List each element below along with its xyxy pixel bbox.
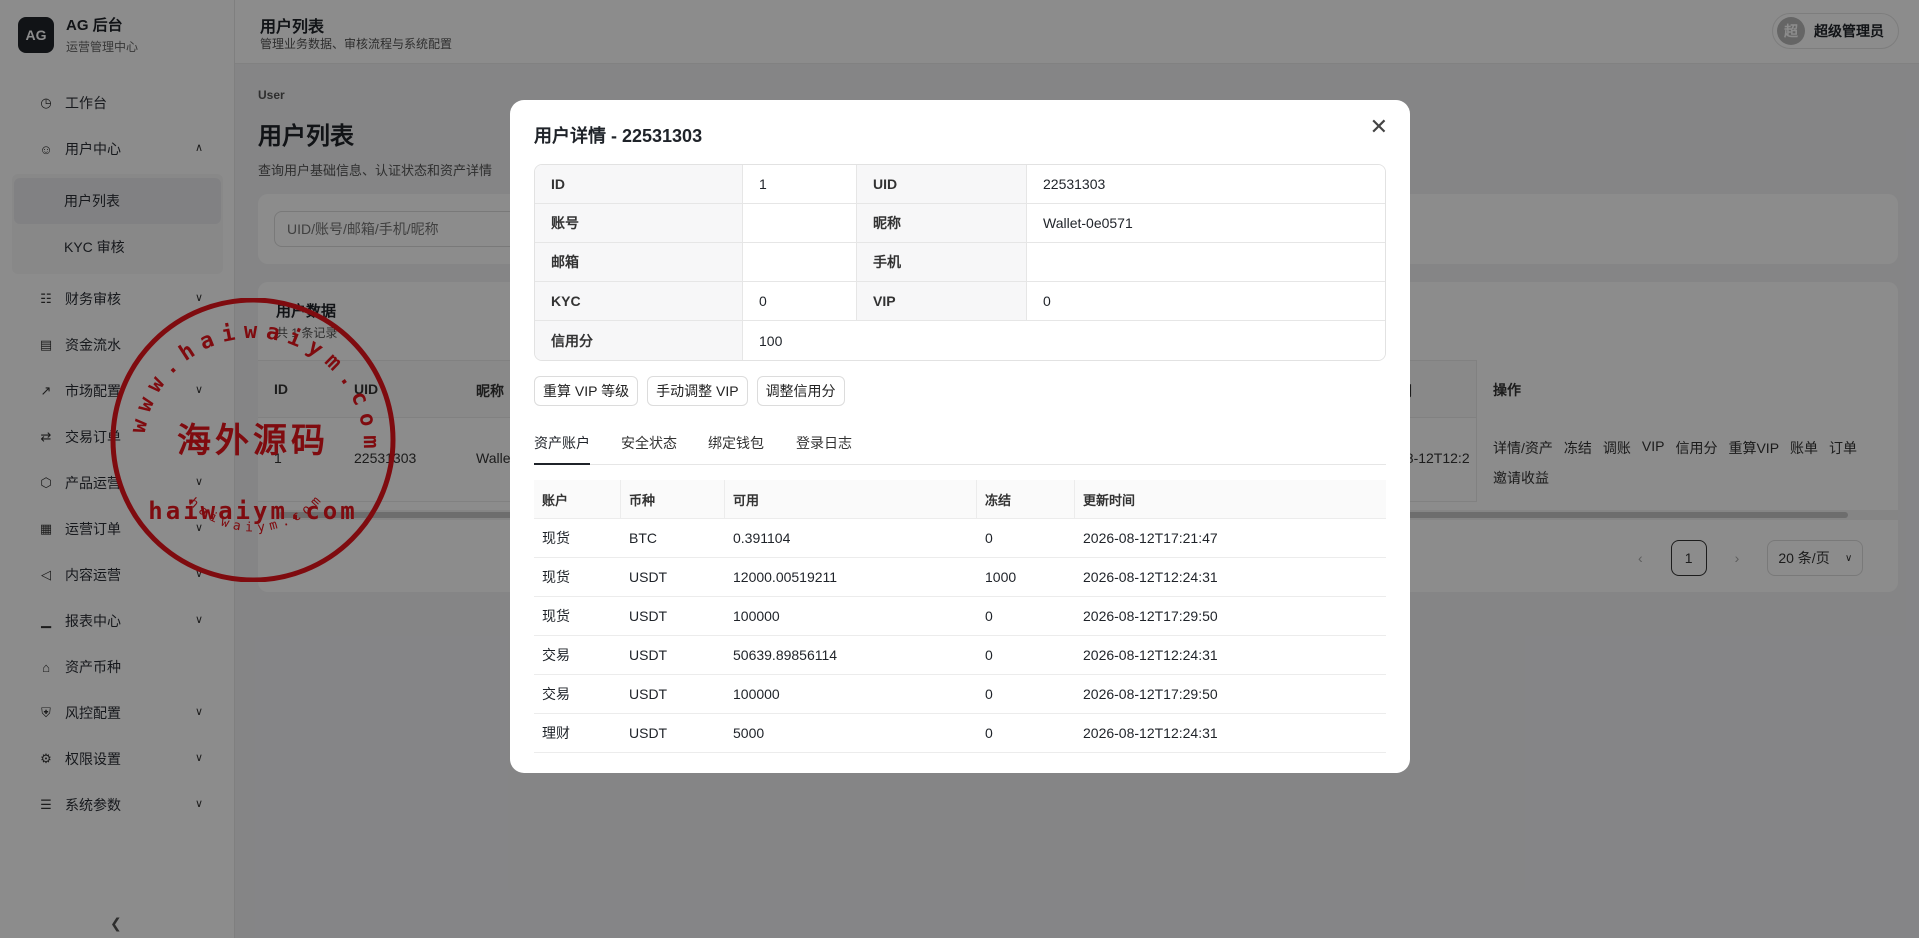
column-header-currency: 币种 <box>621 480 725 518</box>
info-row: 信用分 100 <box>535 321 1385 360</box>
column-header-frozen: 冻结 <box>977 480 1075 518</box>
cell-account: 理财 <box>542 725 570 741</box>
info-value-nickname: Wallet-0e0571 <box>1027 204 1385 242</box>
cell-currency: USDT <box>629 608 668 624</box>
tab-login-log[interactable]: 登录日志 <box>796 433 852 465</box>
cell-available: 100000 <box>733 608 780 624</box>
cell-updated: 2026-08-12T17:29:50 <box>1083 608 1218 624</box>
cell-updated: 2026-08-12T12:24:31 <box>1083 569 1218 585</box>
cell-account: 现货 <box>542 530 570 546</box>
recalculate-vip-button[interactable]: 重算 VIP 等级 <box>534 376 639 406</box>
info-label-account: 账号 <box>535 204 743 242</box>
cell-frozen: 1000 <box>985 569 1017 585</box>
cell-account: 交易 <box>542 686 570 702</box>
cell-frozen: 0 <box>985 608 993 624</box>
asset-row: 现货 BTC 0.391104 0 2026-08-12T17:21:47 <box>534 519 1386 558</box>
asset-row: 理财 USDT 5000 0 2026-08-12T12:24:31 <box>534 714 1386 753</box>
info-label-credit: 信用分 <box>535 321 743 360</box>
asset-row: 交易 USDT 50639.89856114 0 2026-08-12T12:24:31 <box>534 636 1386 675</box>
info-label-vip: VIP <box>857 282 1027 320</box>
info-row: KYC 0 VIP 0 <box>535 282 1385 321</box>
tab-wallets[interactable]: 绑定钱包 <box>708 433 764 465</box>
cell-currency: USDT <box>629 647 668 663</box>
cell-account: 现货 <box>542 569 570 585</box>
user-info-grid: ID 1 UID 22531303 账号 昵称 Wallet-0e0571 邮箱… <box>534 164 1386 361</box>
info-label-email: 邮箱 <box>535 243 743 281</box>
info-value-vip: 0 <box>1027 282 1385 320</box>
adjust-vip-button[interactable]: 手动调整 VIP <box>647 376 748 406</box>
asset-row: 现货 USDT 100000 0 2026-08-12T17:29:50 <box>534 597 1386 636</box>
info-row: 邮箱 手机 <box>535 243 1385 282</box>
cell-currency: BTC <box>629 530 657 546</box>
info-value-email <box>743 243 857 281</box>
cell-updated: 2026-08-12T17:21:47 <box>1083 530 1218 546</box>
cell-frozen: 0 <box>985 530 993 546</box>
info-row: ID 1 UID 22531303 <box>535 165 1385 204</box>
cell-updated: 2026-08-12T12:24:31 <box>1083 647 1218 663</box>
cell-frozen: 0 <box>985 647 993 663</box>
cell-updated: 2026-08-12T17:29:50 <box>1083 686 1218 702</box>
info-value-uid: 22531303 <box>1027 165 1385 203</box>
asset-table: 账户 币种 可用 冻结 更新时间 现货 BTC 0.391104 0 2026-08-1… <box>534 480 1386 753</box>
cell-currency: USDT <box>629 725 668 741</box>
asset-row: 交易 USDT 100000 0 2026-08-12T17:29:50 <box>534 675 1386 714</box>
cell-frozen: 0 <box>985 725 993 741</box>
cell-account: 现货 <box>542 608 570 624</box>
cell-available: 100000 <box>733 686 780 702</box>
info-value-credit: 100 <box>743 321 1385 360</box>
cell-currency: USDT <box>629 686 668 702</box>
info-value-account <box>743 204 857 242</box>
user-detail-modal: 用户详情 - 22531303 ✕ ID 1 UID 22531303 账号 昵… <box>510 100 1410 773</box>
adjust-credit-button[interactable]: 调整信用分 <box>756 376 845 406</box>
asset-table-header: 账户 币种 可用 冻结 更新时间 <box>534 480 1386 519</box>
modal-tabs: 资产账户 安全状态 绑定钱包 登录日志 <box>534 422 1386 465</box>
cell-available: 0.391104 <box>733 530 791 546</box>
info-label-uid: UID <box>857 165 1027 203</box>
column-header-available: 可用 <box>725 480 977 518</box>
info-label-phone: 手机 <box>857 243 1027 281</box>
info-label-nickname: 昵称 <box>857 204 1027 242</box>
column-header-account: 账户 <box>534 480 621 518</box>
column-header-updated: 更新时间 <box>1083 492 1136 508</box>
cell-available: 5000 <box>733 725 765 741</box>
tab-security[interactable]: 安全状态 <box>621 433 677 465</box>
modal-action-buttons: 重算 VIP 等级 手动调整 VIP 调整信用分 <box>534 376 845 406</box>
modal-title: 用户详情 - 22531303 <box>534 126 703 146</box>
info-label-id: ID <box>535 165 743 203</box>
cell-account: 交易 <box>542 647 570 663</box>
cell-currency: USDT <box>629 569 668 585</box>
cell-frozen: 0 <box>985 686 993 702</box>
info-value-kyc: 0 <box>743 282 857 320</box>
info-label-kyc: KYC <box>535 282 743 320</box>
close-icon[interactable]: ✕ <box>1370 116 1388 138</box>
info-row: 账号 昵称 Wallet-0e0571 <box>535 204 1385 243</box>
tab-assets[interactable]: 资产账户 <box>534 433 590 465</box>
info-value-phone <box>1027 243 1385 281</box>
cell-available: 50639.89856114 <box>733 647 838 663</box>
info-value-id: 1 <box>743 165 857 203</box>
cell-updated: 2026-08-12T12:24:31 <box>1083 725 1218 741</box>
asset-row: 现货 USDT 12000.00519211 1000 2026-08-12T12:24… <box>534 558 1386 597</box>
cell-available: 12000.00519211 <box>733 569 838 585</box>
